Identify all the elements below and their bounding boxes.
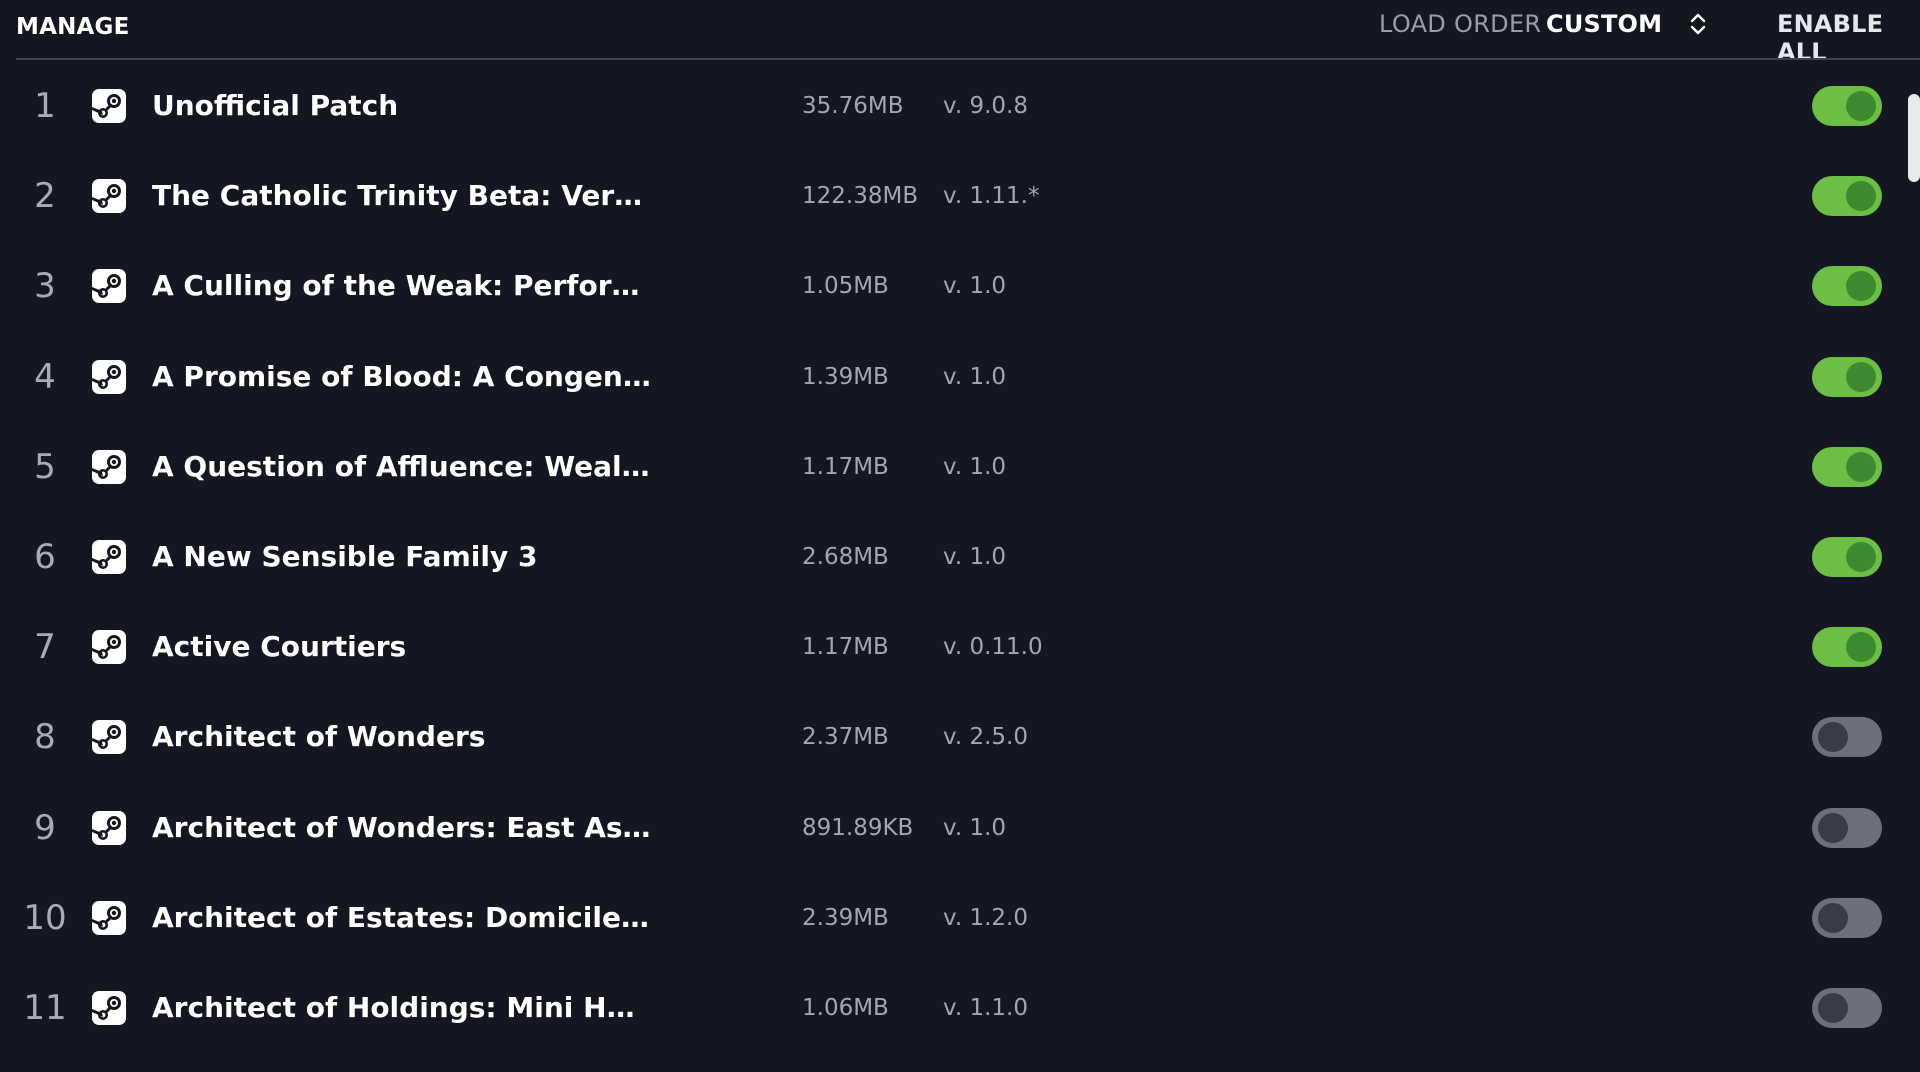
mod-load-index: 1	[34, 86, 56, 126]
mod-row-7[interactable]: 7 Active Courtiers 1.17MB v. 0.11.0	[0, 602, 1900, 692]
mod-row-4[interactable]: 4 A Promise of Blood: A Congenital … 1.3…	[0, 332, 1900, 422]
mod-load-index: 8	[34, 717, 56, 758]
steam-icon	[92, 359, 126, 394]
mod-row-9[interactable]: 9 Architect of Wonders: East Asian S… 89…	[0, 783, 1900, 873]
load-order-value: CUSTOM	[1546, 10, 1663, 38]
toggle-knob	[1846, 632, 1876, 663]
mod-name: Architect of Wonders: East Asian S…	[152, 810, 652, 844]
steam-icon	[92, 179, 126, 214]
mod-enabled-toggle[interactable]	[1812, 176, 1882, 217]
mod-size: 2.39MB	[802, 904, 889, 931]
toggle-knob	[1818, 722, 1848, 753]
toggle-knob	[1818, 812, 1848, 843]
mod-row-6[interactable]: 6 A New Sensible Family 3 2.68MB v. 1.0	[0, 512, 1900, 602]
mod-row-11[interactable]: 11 Architect of Holdings: Mini Holdin… 1…	[0, 963, 1900, 1053]
mod-enabled-toggle[interactable]	[1812, 356, 1882, 397]
toggle-knob	[1846, 542, 1876, 572]
mod-row-10[interactable]: 10 Architect of Estates: Domiciles Bui… …	[0, 873, 1900, 963]
toggle-knob	[1846, 271, 1876, 302]
mod-size: 2.37MB	[802, 724, 889, 751]
mod-list: 1 Unofficial Patch 35.76MB v. 9.0.8 2 Th…	[0, 60, 1920, 1072]
mod-name: Active Courtiers	[152, 630, 407, 664]
toggle-knob	[1846, 361, 1876, 392]
load-order-select[interactable]: CUSTOM	[1546, 6, 1708, 42]
mod-enabled-toggle[interactable]	[1812, 537, 1882, 577]
mod-name: A Question of Affluence: Wealth Tr…	[152, 449, 652, 483]
mod-name: A New Sensible Family 3	[152, 540, 538, 573]
mod-load-index: 7	[34, 627, 56, 668]
mod-version: v. 1.0	[943, 453, 1007, 480]
mod-version: v. 1.0	[943, 544, 1007, 570]
steam-icon	[92, 810, 126, 845]
mod-size: 1.17MB	[802, 453, 889, 480]
steam-icon	[92, 991, 126, 1025]
mod-version: v. 1.0	[943, 273, 1007, 300]
mod-name: Architect of Wonders	[152, 720, 486, 754]
toggle-knob	[1846, 181, 1876, 212]
mod-name: A Culling of the Weak: Performanc…	[152, 269, 652, 303]
mod-load-index: 5	[34, 446, 56, 487]
toggle-knob	[1818, 993, 1848, 1023]
mod-size: 2.68MB	[802, 544, 889, 570]
chevron-up-down-icon	[1691, 13, 1706, 35]
mod-load-index: 2	[34, 176, 56, 217]
steam-icon	[92, 630, 126, 665]
toggle-knob	[1818, 902, 1848, 933]
mod-load-index: 4	[34, 356, 56, 397]
mod-name: Architect of Estates: Domiciles Bui…	[152, 900, 652, 934]
mod-row-8[interactable]: 8 Architect of Wonders 2.37MB v. 2.5.0	[0, 692, 1900, 782]
mod-size: 1.05MB	[802, 273, 889, 300]
mod-load-index: 10	[23, 897, 67, 938]
mod-version: v. 9.0.8	[943, 93, 1028, 119]
mod-load-index: 9	[34, 807, 56, 848]
mod-enabled-toggle[interactable]	[1812, 988, 1882, 1028]
steam-icon	[92, 449, 126, 484]
mod-version: v. 1.0	[943, 363, 1007, 390]
scrollbar-thumb[interactable]	[1908, 94, 1920, 182]
steam-icon	[92, 269, 126, 304]
steam-icon	[92, 540, 126, 574]
mod-manager-page: MANAGE LOAD ORDER CUSTOM ENABLE ALL 1 Un…	[0, 0, 1920, 1072]
mod-load-index: 6	[34, 537, 56, 577]
load-order-label: LOAD ORDER	[1379, 10, 1542, 38]
mod-enabled-toggle[interactable]	[1812, 717, 1882, 758]
steam-icon	[92, 720, 126, 755]
mod-version: v. 1.2.0	[943, 904, 1028, 931]
mod-enabled-toggle[interactable]	[1812, 266, 1882, 307]
mod-size: 891.89KB	[802, 814, 914, 841]
mod-size: 1.17MB	[802, 634, 889, 661]
mod-enabled-toggle[interactable]	[1812, 897, 1882, 938]
mod-row-3[interactable]: 3 A Culling of the Weak: Performanc… 1.0…	[0, 241, 1900, 331]
steam-icon	[92, 89, 126, 123]
manage-title: MANAGE	[16, 14, 130, 40]
mod-row-2[interactable]: 2 The Catholic Trinity Beta: Version … 1…	[0, 151, 1900, 241]
mod-name: A Promise of Blood: A Congenital …	[152, 359, 652, 393]
mod-size: 1.39MB	[802, 363, 889, 390]
mod-name: Architect of Holdings: Mini Holdin…	[152, 991, 652, 1024]
mod-version: v. 2.5.0	[943, 724, 1028, 751]
mod-size: 35.76MB	[802, 93, 904, 119]
mod-version: v. 1.1.0	[943, 995, 1028, 1021]
mod-name: The Catholic Trinity Beta: Version …	[152, 179, 652, 213]
mod-enabled-toggle[interactable]	[1812, 807, 1882, 848]
mod-row-1[interactable]: 1 Unofficial Patch 35.76MB v. 9.0.8	[0, 61, 1900, 151]
mod-enabled-toggle[interactable]	[1812, 627, 1882, 668]
manage-header: MANAGE LOAD ORDER CUSTOM ENABLE ALL	[0, 0, 1920, 66]
mod-enabled-toggle[interactable]	[1812, 446, 1882, 487]
mod-version: v. 1.0	[943, 814, 1007, 841]
toggle-knob	[1846, 451, 1876, 482]
mod-version: v. 1.11.*	[943, 183, 1040, 210]
mod-size: 122.38MB	[802, 183, 919, 210]
mod-size: 1.06MB	[802, 995, 889, 1021]
mod-enabled-toggle[interactable]	[1812, 86, 1882, 126]
mod-load-index: 11	[23, 988, 67, 1028]
mod-name: Unofficial Patch	[152, 89, 399, 122]
toggle-knob	[1846, 91, 1876, 121]
mod-row-5[interactable]: 5 A Question of Affluence: Wealth Tr… 1.…	[0, 422, 1900, 512]
mod-version: v. 0.11.0	[943, 634, 1043, 661]
steam-icon	[92, 900, 126, 935]
mod-load-index: 3	[34, 266, 56, 307]
